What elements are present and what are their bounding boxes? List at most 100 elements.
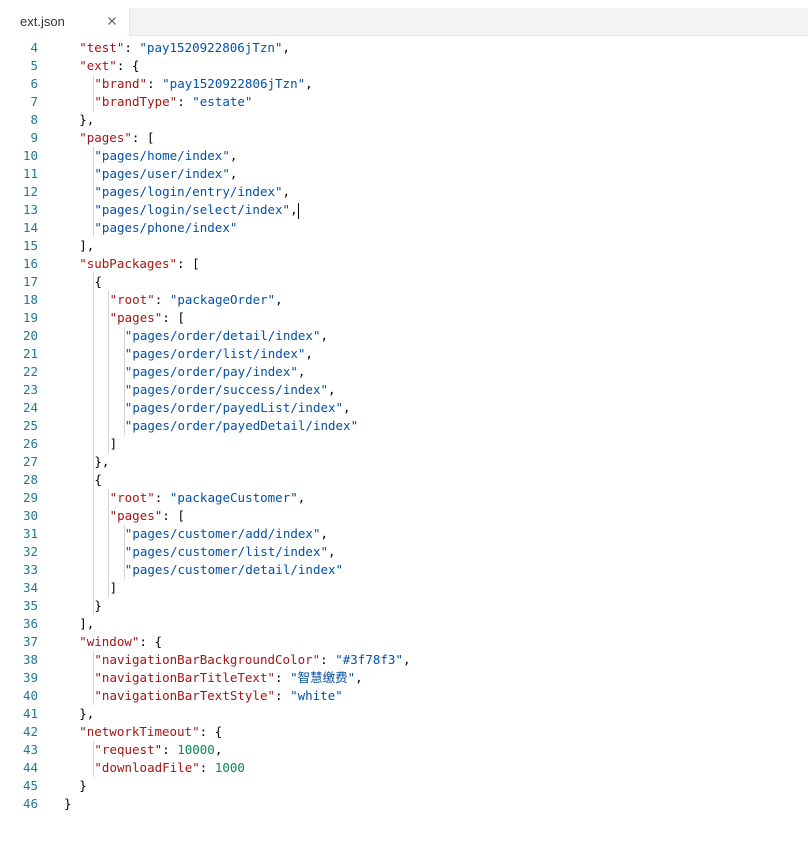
json-key: "networkTimeout" [79, 724, 200, 739]
indent-guide [93, 579, 95, 597]
code-editor[interactable]: 4 "test": "pay1520922806jTzn", 5 "ext": {6 "… [0, 36, 808, 862]
json-punctuation: ] [109, 436, 118, 451]
json-key: "pages" [79, 130, 132, 145]
code-line: 15], [0, 237, 808, 255]
json-punctuation: , [402, 652, 411, 667]
indent-guide [93, 489, 95, 507]
tab-ext-json[interactable]: ext.json [0, 8, 130, 36]
json-punctuation: : { [139, 634, 162, 649]
json-string: "pages/customer/detail/index" [124, 562, 344, 577]
json-punctuation: , [328, 544, 336, 559]
line-number: 8 [30, 112, 38, 127]
code-line: 28 { [0, 471, 808, 489]
code-line: 21 "pages/order/list/index", [0, 345, 808, 363]
line-number: 40 [22, 688, 38, 703]
line-number: 28 [22, 472, 38, 487]
json-punctuation: }, [94, 454, 110, 469]
code-text: "root": "packageCustomer", [110, 489, 306, 507]
json-string: "packageCustomer" [169, 490, 298, 505]
code-text: "pages": [ [110, 309, 185, 327]
json-string: "pages/order/detail/index" [124, 328, 321, 343]
json-string: "#3f78f3" [335, 652, 403, 667]
code-text: "subPackages": [ [79, 255, 199, 273]
code-line: 40 "navigationBarTextStyle": "white" [0, 687, 808, 705]
json-key: "root" [109, 490, 155, 505]
json-string: "pages/order/success/index" [124, 382, 328, 397]
json-key: "window" [79, 634, 140, 649]
indent-guide [93, 309, 95, 327]
line-number: 43 [22, 742, 38, 757]
json-punctuation: , [229, 148, 238, 163]
json-key: "brandType" [94, 94, 178, 109]
code-text: }, [79, 111, 94, 129]
line-number: 41 [22, 706, 38, 721]
line-number: 44 [22, 760, 38, 775]
code-line: 16 "subPackages": [ [0, 255, 808, 273]
indent-guide [93, 507, 95, 525]
json-key: "test" [79, 40, 125, 55]
line-number: 23 [22, 382, 38, 397]
code-text: { [94, 273, 102, 291]
json-punctuation: }, [79, 112, 95, 127]
json-string: "pages/order/pay/index" [124, 364, 298, 379]
json-punctuation: , [282, 184, 291, 199]
json-punctuation: , [297, 490, 306, 505]
text-cursor [297, 202, 299, 219]
indent-guide [93, 435, 95, 453]
line-number: 30 [22, 508, 38, 523]
json-key: "pages" [109, 508, 163, 523]
json-key: "root" [109, 292, 155, 307]
code-text: ], [79, 615, 94, 633]
code-line: 13 "pages/login/select/index", [0, 201, 808, 219]
json-string: "pages/order/payedList/index" [124, 400, 344, 415]
indent-guide [108, 345, 110, 363]
code-line: 36], [0, 615, 808, 633]
code-line: 30 "pages": [ [0, 507, 808, 525]
json-punctuation: : { [116, 58, 140, 73]
code-text: { [94, 471, 102, 489]
code-line: 12 "pages/login/entry/index", [0, 183, 808, 201]
code-line: 42 "networkTimeout": { [0, 723, 808, 741]
code-line: 39 "navigationBarTitleText": "智慧缴费", [0, 669, 808, 687]
code-line: 6 "brand": "pay1520922806jTzn", [0, 75, 808, 93]
indent-guide [93, 327, 95, 345]
code-text: "brandType": "estate" [94, 93, 252, 111]
code-line: 26] [0, 435, 808, 453]
indent-guide [93, 291, 95, 309]
code-line: 43 "request": 10000, [0, 741, 808, 759]
code-text: "pages/user/index", [94, 165, 237, 183]
line-number: 22 [22, 364, 38, 379]
json-punctuation: , [229, 166, 238, 181]
code-line: 27}, [0, 453, 808, 471]
json-punctuation: , [328, 382, 336, 397]
code-line: 34] [0, 579, 808, 597]
json-punctuation: : [147, 76, 163, 91]
code-line: 25 "pages/order/payedDetail/index" [0, 417, 808, 435]
line-number: 20 [22, 328, 38, 343]
json-punctuation: : [275, 688, 291, 703]
indent-guide [93, 363, 95, 381]
line-number: 39 [22, 670, 38, 685]
close-icon[interactable] [104, 13, 120, 29]
json-punctuation: , [305, 76, 313, 91]
json-string: "pages/phone/index" [94, 220, 238, 235]
code-line: 32 "pages/customer/list/index", [0, 543, 808, 561]
line-number: 4 [30, 40, 38, 55]
line-number: 16 [22, 256, 38, 271]
json-string: "pages/login/select/index" [94, 202, 291, 217]
line-number: 5 [30, 58, 38, 73]
json-punctuation: } [64, 796, 72, 811]
json-key: "navigationBarTitleText" [94, 670, 276, 685]
indent-guide [108, 327, 110, 345]
json-punctuation: : [124, 40, 140, 55]
json-key: "subPackages" [79, 256, 178, 271]
json-punctuation: : [ [131, 130, 155, 145]
json-number: 1000 [214, 760, 245, 775]
json-punctuation: ], [79, 616, 95, 631]
code-text: "pages/order/pay/index", [125, 363, 306, 381]
line-number: 32 [22, 544, 38, 559]
code-line: 11 "pages/user/index", [0, 165, 808, 183]
code-text: "ext": { [79, 57, 139, 75]
json-key: "pages" [109, 310, 163, 325]
code-line: 35} [0, 597, 808, 615]
